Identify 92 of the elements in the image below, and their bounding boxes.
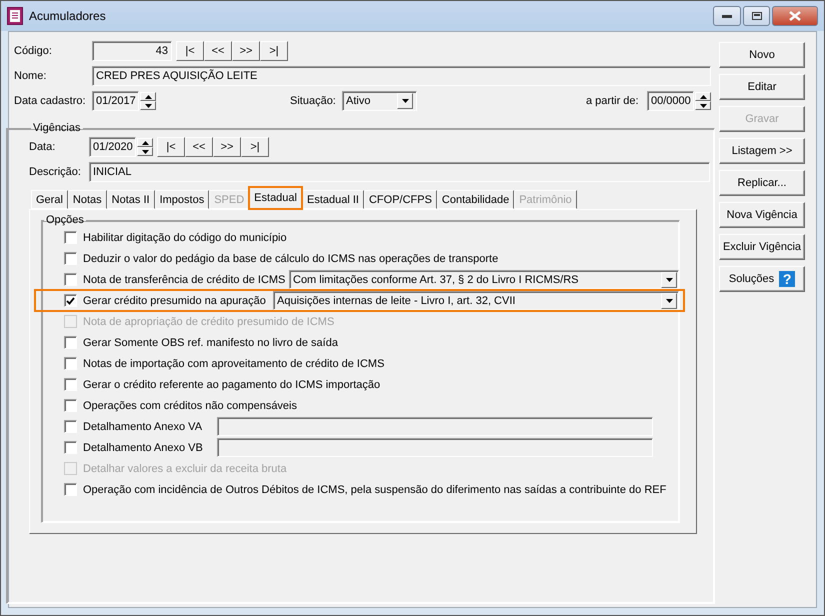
caret-icon bbox=[666, 278, 672, 282]
code-field[interactable]: 43 bbox=[92, 41, 172, 61]
navigation-button[interactable]: >| bbox=[260, 41, 288, 61]
option-label: Nota de transferência de crédito de ICMS bbox=[83, 274, 286, 286]
navigation-button[interactable]: |< bbox=[176, 41, 204, 61]
tab[interactable]: Impostos bbox=[154, 190, 210, 209]
option-select[interactable]: Com limitações conforme Art. 37, § 2 do Livro I RICMS/RS bbox=[289, 270, 679, 289]
down-arrow-icon bbox=[144, 104, 152, 108]
action-button[interactable]: Novo bbox=[719, 42, 805, 68]
option-label: Detalhar valores a excluir da receita bruta bbox=[83, 462, 287, 474]
up-arrow-icon bbox=[144, 94, 152, 98]
tab[interactable]: CFOP/CFPS bbox=[364, 190, 437, 209]
up-arrow-icon bbox=[700, 94, 706, 98]
option-select[interactable]: Aquisições internas de leite - Livro I, art. 32, CVII bbox=[273, 291, 679, 310]
minimize-icon bbox=[722, 14, 732, 18]
description-field[interactable]: INICIAL bbox=[89, 162, 710, 182]
down-arrow-icon bbox=[700, 104, 706, 108]
option-label: Deduzir o valor do pedágio da base de cálculo do ICMS nas operações de transporte bbox=[83, 252, 498, 264]
tab[interactable]: Estadual bbox=[249, 187, 302, 209]
option-label: Notas de importação com aproveitamento de crédito de ICMS bbox=[83, 358, 384, 370]
action-button[interactable]: Editar bbox=[719, 74, 805, 100]
field-label: Data cadastro: bbox=[14, 95, 87, 107]
spinner[interactable] bbox=[137, 138, 153, 156]
up-arrow-icon bbox=[142, 140, 148, 144]
tab[interactable]: Notas II bbox=[106, 190, 155, 209]
tab[interactable]: Notas bbox=[68, 190, 107, 209]
dropdown-button[interactable] bbox=[661, 272, 677, 288]
date-field[interactable]: 01/2020 bbox=[89, 137, 136, 157]
option-label: Operação com incidência de Outros Débitos de ICMS, pela suspensão do diferimento nas saídas a contribuinte do REF bbox=[83, 484, 666, 496]
close-icon bbox=[789, 11, 801, 21]
navigation-button[interactable]: >> bbox=[213, 137, 241, 157]
down-arrow-icon bbox=[142, 150, 148, 154]
field-label: a partir de: bbox=[586, 95, 640, 107]
checkbox[interactable] bbox=[64, 231, 77, 244]
window-title: Acumuladores bbox=[29, 9, 107, 23]
action-button[interactable]: Soluções ? bbox=[719, 266, 805, 292]
option-label: Gerar crédito presumido na apuração bbox=[83, 294, 267, 306]
spinner[interactable] bbox=[695, 92, 711, 110]
checkbox[interactable] bbox=[64, 294, 77, 307]
option-label: Gerar o crédito referente ao pagamento do ICMS importação bbox=[83, 378, 380, 390]
option-label: Operações com créditos não compensáveis bbox=[83, 400, 297, 412]
field-label: Situação: bbox=[290, 95, 337, 107]
option-label: Detalhamento Anexo VA bbox=[83, 420, 204, 432]
close-button[interactable] bbox=[772, 6, 818, 26]
status-select[interactable]: Ativo bbox=[342, 91, 417, 111]
checkbox[interactable] bbox=[64, 399, 77, 412]
dropdown-button[interactable] bbox=[661, 292, 677, 308]
field-label: Código: bbox=[14, 45, 53, 57]
checkbox[interactable] bbox=[64, 357, 77, 370]
caret-icon bbox=[666, 298, 672, 302]
caret-icon bbox=[402, 99, 408, 103]
navigation-button[interactable]: |< bbox=[157, 137, 185, 157]
checkbox[interactable] bbox=[64, 336, 77, 349]
group-title: Opções bbox=[45, 214, 85, 226]
navigation-button[interactable]: << bbox=[185, 137, 213, 157]
checkbox[interactable] bbox=[64, 378, 77, 391]
action-button[interactable]: Nova Vigência bbox=[719, 202, 805, 228]
tab[interactable]: Estadual II bbox=[302, 190, 364, 209]
name-field[interactable]: CRED PRES AQUISIÇÃO LEITE bbox=[92, 66, 711, 86]
field-label: Nome: bbox=[14, 70, 48, 82]
checkbox[interactable] bbox=[64, 483, 77, 496]
action-button[interactable]: Replicar... bbox=[719, 170, 805, 196]
action-button[interactable]: Excluir Vigência bbox=[719, 234, 805, 260]
action-button[interactable]: Listagem >> bbox=[719, 138, 805, 164]
text-field[interactable] bbox=[217, 438, 653, 457]
checkbox[interactable] bbox=[64, 441, 77, 454]
option-label: Detalhamento Anexo VB bbox=[83, 442, 204, 454]
help-icon: ? bbox=[779, 271, 796, 287]
maximize-button[interactable] bbox=[743, 6, 770, 26]
option-label: Gerar Somente OBS ref. manifesto no livro de saída bbox=[83, 336, 338, 348]
minimize-button[interactable] bbox=[713, 6, 741, 26]
date-field[interactable]: 01/2017 bbox=[92, 91, 139, 111]
field-label: Data: bbox=[29, 141, 56, 153]
checkbox[interactable] bbox=[64, 252, 77, 265]
dropdown-button[interactable] bbox=[397, 93, 413, 109]
tab[interactable]: Contabilidade bbox=[436, 190, 514, 209]
field-label: Descrição: bbox=[29, 166, 82, 178]
maximize-icon bbox=[752, 12, 762, 20]
tab[interactable]: Geral bbox=[31, 190, 68, 209]
navigation-button[interactable]: >| bbox=[241, 137, 269, 157]
date-field[interactable]: 00/0000 bbox=[647, 91, 694, 111]
check-icon bbox=[66, 296, 75, 304]
checkbox[interactable] bbox=[64, 273, 77, 286]
group-title: Vigências bbox=[32, 122, 82, 134]
navigation-button[interactable]: >> bbox=[232, 41, 260, 61]
text-field[interactable] bbox=[217, 417, 653, 436]
document-icon bbox=[7, 7, 23, 25]
option-label: Nota de apropriação de crédito presumido de ICMS bbox=[83, 316, 334, 328]
navigation-button[interactable]: << bbox=[204, 41, 232, 61]
checkbox[interactable] bbox=[64, 420, 77, 433]
spinner[interactable] bbox=[140, 92, 156, 110]
option-label: Habilitar digitação do código do município bbox=[83, 232, 287, 244]
